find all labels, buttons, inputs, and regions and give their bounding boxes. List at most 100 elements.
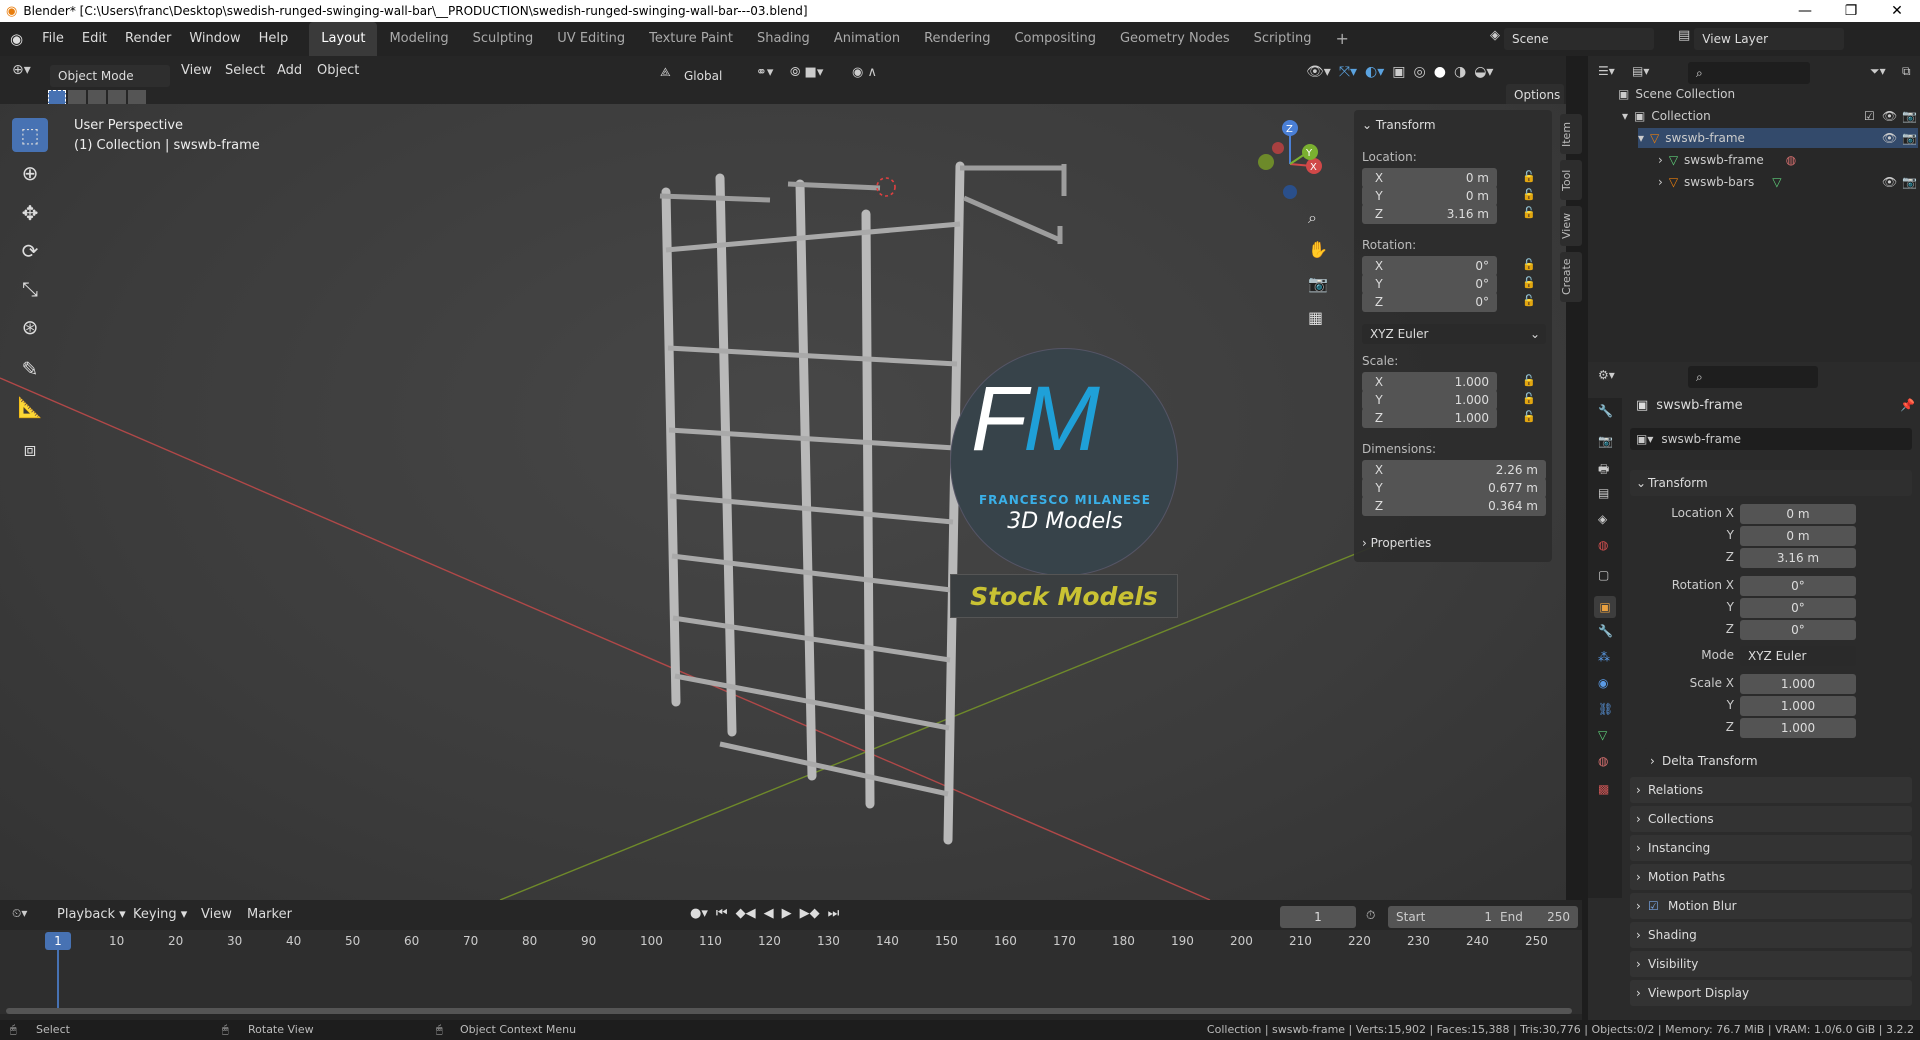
view-layer-tab-icon[interactable]: ▤ xyxy=(1598,486,1609,500)
npanel-scale-y[interactable]: Y 1.000 xyxy=(1362,390,1497,410)
npanel-dimensions-y[interactable]: Y 0.677 m xyxy=(1362,478,1546,498)
tab-uv-editing[interactable]: UV Editing xyxy=(545,22,637,56)
pivot-point-icon[interactable]: ⚭▾ xyxy=(756,65,773,80)
transform-orientation-selector[interactable]: Global xyxy=(676,65,750,87)
tab-geometry-nodes[interactable]: Geometry Nodes xyxy=(1108,22,1242,56)
next-keyframe-icon[interactable]: ▶◆ xyxy=(800,906,820,921)
scene-icon[interactable]: ◈ xyxy=(1490,28,1500,50)
prop-location-y[interactable]: 0 m xyxy=(1740,526,1856,546)
lock-icon[interactable]: 🔓 xyxy=(1522,206,1536,219)
output-tab-icon[interactable]: 🖶 xyxy=(1598,460,1609,481)
npanel-dimensions-x[interactable]: X 2.26 m xyxy=(1362,460,1546,480)
lock-icon[interactable]: 🔓 xyxy=(1522,188,1536,201)
transform-tool[interactable]: ⊛ xyxy=(12,310,48,344)
snap-icon[interactable]: ⦾ ■▾ xyxy=(790,65,823,80)
viewport-menu-view[interactable]: View xyxy=(172,56,221,86)
rendered-shading-icon[interactable]: ◒▾ xyxy=(1474,64,1493,80)
shading-header[interactable]: › Shading xyxy=(1630,922,1912,948)
camera-view-icon[interactable]: 📷 xyxy=(1308,274,1328,293)
motion-paths-header[interactable]: › Motion Paths xyxy=(1630,864,1912,890)
lock-icon[interactable]: 🔓 xyxy=(1522,258,1536,271)
tab-tool[interactable]: Tool xyxy=(1560,160,1582,200)
tab-texture-paint[interactable]: Texture Paint xyxy=(637,22,745,56)
menu-window[interactable]: Window xyxy=(180,22,249,56)
prop-rotation-z[interactable]: 0° xyxy=(1740,620,1856,640)
record-icon[interactable]: ●▾ xyxy=(690,906,708,921)
tab-scripting[interactable]: Scripting xyxy=(1242,22,1324,56)
viewport-menu-select[interactable]: Select xyxy=(216,56,274,86)
blender-menu-icon[interactable]: ◉ xyxy=(0,30,33,48)
prop-rotation-mode[interactable]: XYZ Euler xyxy=(1740,646,1856,666)
wireframe-shading-icon[interactable]: ◎ xyxy=(1414,64,1426,80)
checkbox-icon[interactable]: ☑ xyxy=(1864,109,1875,123)
checkbox-icon[interactable]: ☑ xyxy=(1648,893,1659,919)
render-tab-icon[interactable]: 📷 xyxy=(1598,434,1613,448)
menu-edit[interactable]: Edit xyxy=(73,22,116,56)
gizmo-icon[interactable]: ⤧▾ xyxy=(1339,64,1357,80)
move-tool[interactable]: ✥ xyxy=(12,196,48,230)
lock-icon[interactable]: 🔓 xyxy=(1522,374,1536,387)
npanel-scale-z[interactable]: Z 1.000 xyxy=(1362,408,1497,428)
rotate-tool[interactable]: ⟳ xyxy=(12,234,48,268)
properties-data-name-field[interactable]: ▣▾ swswb-frame xyxy=(1630,428,1912,450)
lock-icon[interactable]: 🔓 xyxy=(1522,392,1536,405)
xray-icon[interactable]: ▣ xyxy=(1392,64,1405,80)
viewport-menu-add[interactable]: Add xyxy=(268,56,311,86)
prop-scale-z[interactable]: 1.000 xyxy=(1740,718,1856,738)
tab-animation[interactable]: Animation xyxy=(822,22,912,56)
add-workspace-icon[interactable]: + xyxy=(1323,22,1360,56)
material-tab-icon[interactable]: ◍ xyxy=(1598,754,1608,768)
npanel-properties-header[interactable]: › Properties xyxy=(1362,536,1431,550)
tab-rendering[interactable]: Rendering xyxy=(912,22,1002,56)
current-frame-field[interactable]: 1 xyxy=(1280,906,1356,928)
display-mode-icon[interactable]: ▤▾ xyxy=(1632,64,1649,78)
npanel-location-z[interactable]: Z 3.16 m xyxy=(1362,204,1497,224)
select-box-tool[interactable]: ⬚ xyxy=(12,118,48,152)
end-frame-field[interactable]: End 250 xyxy=(1492,906,1578,928)
menu-render[interactable]: Render xyxy=(116,22,180,56)
material-shading-icon[interactable]: ◑ xyxy=(1454,64,1466,80)
delta-transform-header[interactable]: › Delta Transform xyxy=(1644,748,1912,774)
eye-icon[interactable]: 👁 xyxy=(1882,109,1897,123)
view-layer-selector[interactable]: View Layer xyxy=(1694,28,1845,50)
editor-type-icon[interactable]: ⊕▾ xyxy=(12,62,31,78)
prop-rotation-x[interactable]: 0° xyxy=(1740,576,1856,596)
options-dropdown[interactable]: Options xyxy=(1506,84,1564,106)
overlays-icon[interactable]: ◐▾ xyxy=(1365,64,1384,80)
prop-scale-y[interactable]: 1.000 xyxy=(1740,696,1856,716)
prop-rotation-y[interactable]: 0° xyxy=(1740,598,1856,618)
lock-icon[interactable]: 🔓 xyxy=(1522,294,1536,307)
properties-editor-icon[interactable]: ⚙▾ xyxy=(1598,368,1615,382)
tab-layout[interactable]: Layout xyxy=(309,22,378,56)
zoom-icon[interactable]: ⌕ xyxy=(1308,208,1317,228)
pan-hand-icon[interactable]: ✋ xyxy=(1308,240,1328,259)
outliner-item-bars[interactable]: › ▽ swswb-bars ▽ 👁 📷 xyxy=(1658,172,1918,192)
motion-blur-header[interactable]: › ☑ Motion Blur xyxy=(1630,893,1912,919)
timeline-menu-marker[interactable]: Marker xyxy=(238,900,301,930)
npanel-transform-header[interactable]: ⌄ Transform xyxy=(1362,118,1436,132)
npanel-rotation-y[interactable]: Y 0° xyxy=(1362,274,1497,294)
scale-tool[interactable]: ⤡ xyxy=(12,272,48,306)
camera-icon[interactable]: 📷 xyxy=(1902,109,1917,123)
visibility-icon[interactable]: 👁▾ xyxy=(1306,64,1331,80)
texture-tab-icon[interactable]: ▩ xyxy=(1598,782,1609,796)
menu-file[interactable]: File xyxy=(33,22,73,56)
outliner-item-frame-parent[interactable]: ▾ ▽ swswb-frame 👁 📷 xyxy=(1638,128,1918,148)
collections-header[interactable]: › Collections xyxy=(1630,806,1912,832)
annotate-tool[interactable]: ✎ xyxy=(12,352,48,386)
npanel-rotation-mode[interactable]: XYZ Euler ⌄ xyxy=(1362,324,1546,344)
transform-panel-header[interactable]: ⌄ Transform xyxy=(1630,470,1912,496)
timeline-scrollbar[interactable] xyxy=(6,1008,1572,1014)
play-reverse-icon[interactable]: ◀ xyxy=(764,906,774,921)
play-icon[interactable]: ▶ xyxy=(782,906,792,921)
outliner-item-frame-mesh[interactable]: › ▽ swswb-frame ◍ xyxy=(1658,150,1796,170)
properties-search-input[interactable]: ⌕ xyxy=(1688,366,1818,388)
jump-start-icon[interactable]: ⏮ xyxy=(716,906,728,921)
mode-selector[interactable]: Object Mode xyxy=(50,65,170,87)
ortho-grid-icon[interactable]: ▦ xyxy=(1308,308,1323,327)
npanel-scale-x[interactable]: X 1.000 xyxy=(1362,372,1497,392)
lock-icon[interactable]: 🔓 xyxy=(1522,170,1536,183)
visibility-header[interactable]: › Visibility xyxy=(1630,951,1912,977)
navigation-gizmo[interactable]: Z X Y xyxy=(1248,114,1328,204)
tab-sculpting[interactable]: Sculpting xyxy=(461,22,546,56)
